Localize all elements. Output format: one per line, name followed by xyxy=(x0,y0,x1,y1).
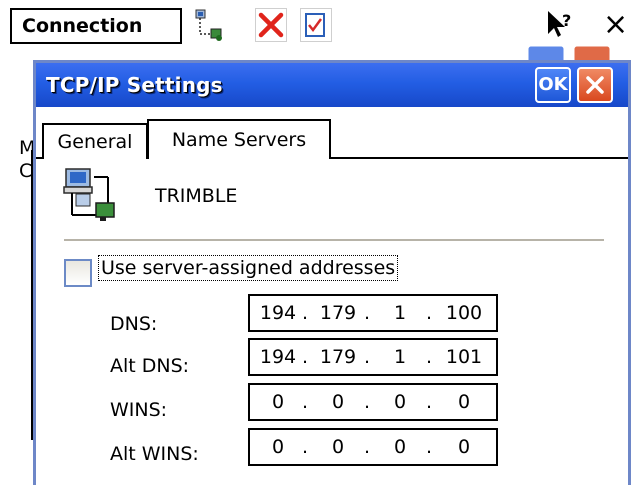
ip-octet[interactable]: 1 xyxy=(378,296,422,330)
app-toolbar: Connection ? × xyxy=(0,0,637,46)
svg-text:?: ? xyxy=(562,11,571,30)
ip-octet[interactable]: 179 xyxy=(316,296,360,330)
tab-strip-border xyxy=(331,157,628,159)
alt-dns-ip-input[interactable]: 194 . 179 . 1 . 101 xyxy=(248,338,498,376)
accept-icon[interactable] xyxy=(300,8,332,42)
ip-separator: . xyxy=(302,346,309,368)
ip-separator: . xyxy=(426,436,433,458)
ip-octet[interactable]: 0 xyxy=(436,430,492,464)
ip-separator: . xyxy=(302,302,309,324)
tab-general[interactable]: General xyxy=(42,123,148,159)
ip-separator: . xyxy=(426,346,433,368)
tcpip-settings-dialog: TCP/IP Settings OK General Name Servers … xyxy=(33,60,631,485)
ip-octet[interactable]: 179 xyxy=(316,340,360,374)
help-pointer-icon[interactable]: ? xyxy=(545,8,577,42)
ip-separator: . xyxy=(302,391,309,413)
ip-separator: . xyxy=(364,436,371,458)
network-adapter-icon xyxy=(62,165,122,225)
use-server-assigned-label[interactable]: Use server-assigned addresses xyxy=(97,255,399,281)
alt-wins-label: Alt WINS: xyxy=(110,443,199,465)
ip-octet[interactable]: 0 xyxy=(256,430,300,464)
ip-separator: . xyxy=(426,302,433,324)
close-icon[interactable]: × xyxy=(603,8,635,42)
ip-octet[interactable]: 194 xyxy=(256,340,300,374)
delete-icon[interactable] xyxy=(255,8,287,42)
dns-label: DNS: xyxy=(110,313,158,335)
ip-octet[interactable]: 1 xyxy=(378,340,422,374)
ip-octet[interactable]: 194 xyxy=(256,296,300,330)
ip-separator: . xyxy=(302,436,309,458)
ip-octet[interactable]: 0 xyxy=(256,385,300,419)
ip-separator: . xyxy=(364,346,371,368)
ip-separator: . xyxy=(364,302,371,324)
ip-octet[interactable]: 0 xyxy=(316,385,360,419)
ip-octet[interactable]: 0 xyxy=(436,385,492,419)
alt-dns-label: Alt DNS: xyxy=(110,355,190,377)
network-settings-icon[interactable] xyxy=(193,8,225,42)
ip-octet[interactable]: 101 xyxy=(436,340,492,374)
wins-label: WINS: xyxy=(110,399,168,421)
use-server-assigned-checkbox[interactable] xyxy=(64,259,92,287)
close-button[interactable] xyxy=(577,67,613,103)
dialog-title: TCP/IP Settings xyxy=(46,73,223,97)
ip-octet[interactable]: 100 xyxy=(436,296,492,330)
ok-button[interactable]: OK xyxy=(535,67,571,103)
dns-ip-input[interactable]: 194 . 179 . 1 . 100 xyxy=(248,294,498,332)
close-x-icon xyxy=(586,76,604,94)
ip-octet[interactable]: 0 xyxy=(378,385,422,419)
ip-separator: . xyxy=(426,391,433,413)
dialog-titlebar[interactable]: TCP/IP Settings OK xyxy=(36,63,628,107)
separator xyxy=(64,239,604,241)
ip-octet[interactable]: 0 xyxy=(316,430,360,464)
alt-wins-ip-input[interactable]: 0 . 0 . 0 . 0 xyxy=(248,428,498,466)
ip-octet[interactable]: 0 xyxy=(378,430,422,464)
wins-ip-input[interactable]: 0 . 0 . 0 . 0 xyxy=(248,383,498,421)
ip-separator: . xyxy=(364,391,371,413)
adapter-name: TRIMBLE xyxy=(155,185,238,207)
tab-name-servers[interactable]: Name Servers xyxy=(147,119,331,159)
connection-menu-button[interactable]: Connection xyxy=(10,8,182,44)
